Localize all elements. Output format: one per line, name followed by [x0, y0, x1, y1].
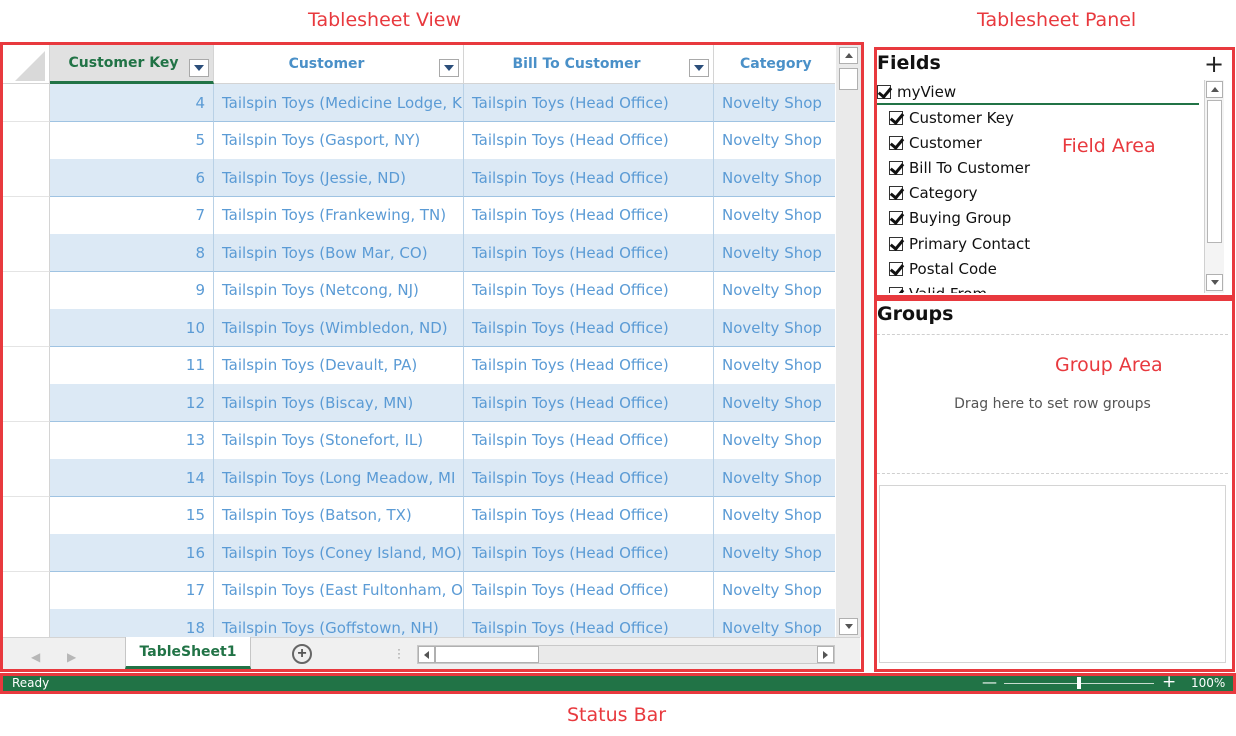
annotation-status-bar: Status Bar	[567, 704, 667, 726]
annotation-tablesheet-view: Tablesheet View	[308, 9, 462, 31]
annotation-box-view	[0, 42, 864, 672]
annotation-tablesheet-panel: Tablesheet Panel	[977, 9, 1137, 31]
annotation-box-field-area	[874, 47, 1235, 298]
annotation-box-status-bar	[0, 673, 1236, 694]
screenshot-root: Tablesheet View Tablesheet Panel Field A…	[0, 0, 1236, 736]
annotation-box-group-area	[874, 298, 1235, 672]
